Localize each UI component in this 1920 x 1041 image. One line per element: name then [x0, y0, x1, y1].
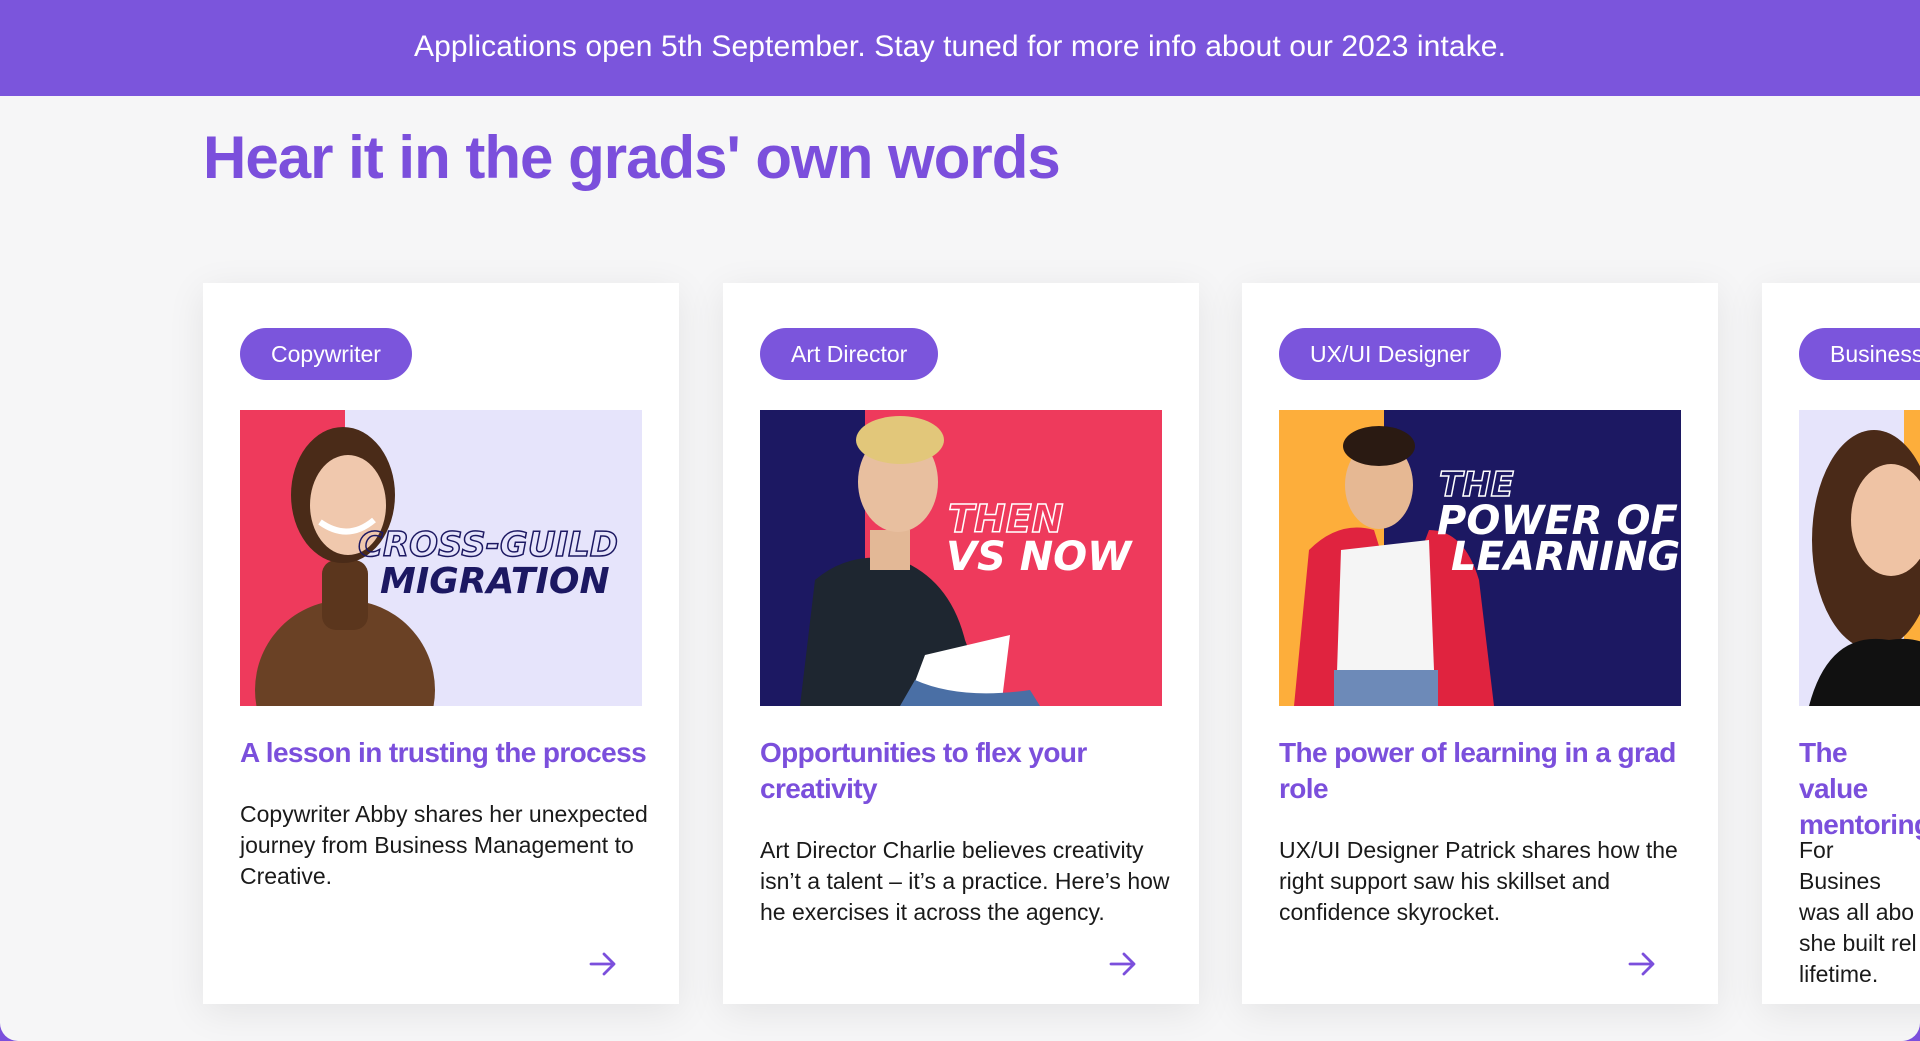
arrow-right-icon[interactable] [1625, 947, 1659, 981]
story-description: For Busines was all abo she built rel li… [1799, 837, 1917, 987]
story-card-copywriter[interactable]: Copywriter CROSS-GUILD MIGRATION A lesso… [203, 283, 679, 1004]
story-thumbnail[interactable]: THE POWER OF LEARNING [1279, 410, 1681, 706]
story-description: UX/UI Designer Patrick shares how the ri… [1279, 837, 1678, 925]
story-card-ux-ui-designer[interactable]: UX/UI Designer THE POWER OF LEARNING The… [1242, 283, 1718, 1004]
story-title[interactable]: Opportunities to flex your creativity [760, 735, 1170, 807]
announcement-text: Applications open 5th September. Stay tu… [413, 30, 1507, 63]
story-title[interactable]: A lesson in trusting the process [240, 735, 650, 771]
story-card-business[interactable]: Business The value mentoring For Busines… [1762, 283, 1920, 1004]
story-thumbnail[interactable] [1799, 410, 1920, 706]
story-card-art-director[interactable]: Art Director THEN VS NOW Opportunities t… [723, 283, 1199, 1004]
role-tag[interactable]: Business [1799, 328, 1920, 380]
grad-stories-section: Hear it in the grads' own words Copywrit… [0, 96, 1920, 1041]
role-tag[interactable]: Art Director [760, 328, 939, 380]
role-tag[interactable]: UX/UI Designer [1279, 328, 1501, 380]
story-title[interactable]: The value mentoring [1799, 735, 1920, 843]
announcement-banner: Applications open 5th September. Stay tu… [0, 0, 1920, 96]
role-tag[interactable]: Copywriter [240, 328, 412, 380]
arrow-right-icon[interactable] [586, 947, 620, 981]
story-thumbnail[interactable]: CROSS-GUILD MIGRATION [240, 410, 642, 706]
thumb-headline: VS NOW [946, 534, 1133, 580]
story-title[interactable]: The power of learning in a grad role [1279, 735, 1689, 807]
thumb-headline-line-3: LEARNING [1451, 534, 1680, 580]
section-title: Hear it in the grads' own words [203, 124, 1061, 191]
story-description: Copywriter Abby shares her unexpected jo… [240, 801, 648, 889]
thumb-headline: MIGRATION [380, 561, 610, 602]
arrow-right-icon[interactable] [1106, 947, 1140, 981]
thumb-headline-outline: CROSS-GUILD [358, 525, 618, 565]
story-description: Art Director Charlie believes creativity… [760, 837, 1170, 925]
story-thumbnail[interactable]: THEN VS NOW [760, 410, 1162, 706]
